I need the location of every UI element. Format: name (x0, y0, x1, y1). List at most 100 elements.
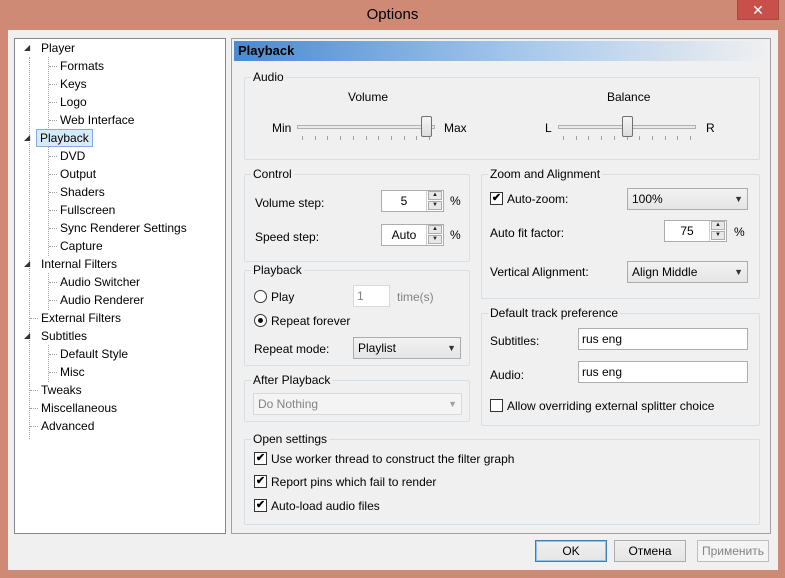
tree-item-label: Formats (60, 59, 105, 73)
close-button[interactable]: ✕ (737, 0, 779, 20)
autofit-unit: % (734, 225, 745, 239)
tree-item-label: Audio Renderer (60, 293, 145, 307)
volume-step-value[interactable]: 5 (382, 191, 426, 211)
tree-item-capture[interactable]: Capture (15, 237, 225, 255)
audio-pref-label: Audio: (490, 368, 525, 382)
tree-item-tweaks[interactable]: Tweaks (15, 381, 225, 399)
window-title: Options (366, 6, 419, 23)
autoload-audio-label[interactable]: Auto-load audio files (271, 499, 380, 513)
valign-value: Align Middle (632, 265, 698, 279)
tree-item-internal-filters[interactable]: ◢ Internal Filters (15, 255, 225, 273)
speed-step-spinner[interactable]: Auto ▲ ▼ (381, 224, 444, 246)
volume-slider-thumb[interactable] (421, 116, 433, 137)
spin-up-icon[interactable]: ▲ (428, 225, 442, 234)
dialog-client: ◢ Player Formats Keys Logo Web Interface… (8, 30, 778, 570)
repeat-forever-radio[interactable] (254, 314, 267, 327)
expand-icon[interactable]: ◢ (24, 39, 34, 57)
tree-item-shaders[interactable]: Shaders (15, 183, 225, 201)
tree-item-label: Playback (36, 129, 93, 147)
worker-thread-label[interactable]: Use worker thread to construct the filte… (271, 452, 514, 466)
tree-item-default-style[interactable]: Default Style (15, 345, 225, 363)
override-splitter-checkbox[interactable] (490, 399, 503, 412)
chevron-down-icon: ▼ (734, 194, 743, 204)
expand-icon[interactable]: ◢ (24, 255, 34, 273)
apply-button[interactable]: Применить (697, 540, 769, 562)
volume-step-label: Volume step: (255, 196, 325, 210)
tree-item-label: Sync Renderer Settings (60, 221, 187, 235)
slider-tick (340, 136, 341, 140)
tree-item-label: Keys (60, 77, 87, 91)
tree-item-miscellaneous[interactable]: Miscellaneous (15, 399, 225, 417)
cancel-button[interactable]: Отмена (614, 540, 686, 562)
volume-min-label: Min (272, 121, 292, 135)
slider-tick (353, 136, 354, 140)
spin-down-icon[interactable]: ▼ (711, 231, 725, 240)
volume-step-spinner[interactable]: 5 ▲ ▼ (381, 190, 444, 212)
slider-tick (652, 136, 653, 140)
slider-tick (416, 136, 417, 140)
audio-group: Audio Volume Min Max Balance L R (244, 70, 760, 160)
tree-item-sync-renderer[interactable]: Sync Renderer Settings (15, 219, 225, 237)
override-splitter-label[interactable]: Allow overriding external splitter choic… (507, 399, 714, 413)
ok-button[interactable]: OK (535, 540, 607, 562)
tree-item-external-filters[interactable]: External Filters (15, 309, 225, 327)
autozoom-checkbox[interactable]: ✔ (490, 192, 503, 205)
play-times-input[interactable]: 1 (353, 285, 390, 307)
after-playback-group-label: After Playback (251, 373, 333, 387)
tree-item-label: Audio Switcher (60, 275, 141, 289)
tree-item-subtitles[interactable]: ◢ Subtitles (15, 327, 225, 345)
slider-tick (588, 136, 589, 140)
tree-item-dvd[interactable]: DVD (15, 147, 225, 165)
expand-icon[interactable]: ◢ (24, 327, 34, 345)
slider-tick (690, 136, 691, 140)
tree-item-web-interface[interactable]: Web Interface (15, 111, 225, 129)
expand-icon[interactable]: ◢ (24, 129, 34, 147)
tree-item-misc[interactable]: Misc (15, 363, 225, 381)
speed-step-unit: % (450, 228, 461, 242)
autoload-audio-checkbox[interactable]: ✔ (254, 499, 267, 512)
audio-pref-input[interactable]: rus eng (578, 361, 748, 383)
play-label[interactable]: Play (271, 290, 294, 304)
speed-step-value[interactable]: Auto (382, 225, 426, 245)
tree-item-label: Miscellaneous (41, 401, 118, 415)
report-pins-label[interactable]: Report pins which fail to render (271, 475, 436, 489)
tree-item-label: Advanced (41, 419, 95, 433)
spin-down-icon[interactable]: ▼ (428, 201, 442, 210)
tree-item-playback[interactable]: ◢ Playback (15, 129, 225, 147)
spin-up-icon[interactable]: ▲ (428, 191, 442, 200)
subtitles-pref-input[interactable]: rus eng (578, 328, 748, 350)
after-playback-dropdown[interactable]: Do Nothing ▼ (253, 393, 462, 415)
tree-item-output[interactable]: Output (15, 165, 225, 183)
report-pins-checkbox[interactable]: ✔ (254, 475, 267, 488)
spin-up-icon[interactable]: ▲ (711, 221, 725, 230)
slider-tick (302, 136, 303, 140)
tree-item-keys[interactable]: Keys (15, 75, 225, 93)
tree-item-formats[interactable]: Formats (15, 57, 225, 75)
tree-item-logo[interactable]: Logo (15, 93, 225, 111)
repeat-forever-label[interactable]: Repeat forever (271, 314, 350, 328)
tree-item-label: Fullscreen (60, 203, 116, 217)
play-radio[interactable] (254, 290, 267, 303)
tree-item-audio-switcher[interactable]: Audio Switcher (15, 273, 225, 291)
balance-slider-thumb[interactable] (621, 116, 633, 137)
slider-tick (601, 136, 602, 140)
volume-slider-track[interactable] (297, 125, 435, 129)
options-tree[interactable]: ◢ Player Formats Keys Logo Web Interface… (14, 38, 226, 534)
repeat-mode-value: Playlist (358, 341, 397, 355)
valign-dropdown[interactable]: Align Middle ▼ (627, 261, 748, 283)
autofit-spinner[interactable]: 75 ▲ ▼ (664, 220, 727, 242)
after-playback-group: After Playback Do Nothing ▼ (244, 373, 470, 422)
repeat-mode-dropdown[interactable]: Playlist ▼ (353, 337, 461, 359)
autozoom-label[interactable]: Auto-zoom: (507, 192, 568, 206)
tree-item-advanced[interactable]: Advanced (15, 417, 225, 435)
slider-tick (315, 136, 316, 140)
autozoom-dropdown[interactable]: 100% ▼ (627, 188, 748, 210)
tree-item-audio-renderer[interactable]: Audio Renderer (15, 291, 225, 309)
autozoom-value: 100% (632, 192, 663, 206)
tree-item-fullscreen[interactable]: Fullscreen (15, 201, 225, 219)
tree-item-label: Misc (60, 365, 85, 379)
tree-item-player[interactable]: ◢ Player (15, 39, 225, 57)
autofit-value[interactable]: 75 (665, 221, 709, 241)
spin-down-icon[interactable]: ▼ (428, 235, 442, 244)
worker-thread-checkbox[interactable]: ✔ (254, 452, 267, 465)
